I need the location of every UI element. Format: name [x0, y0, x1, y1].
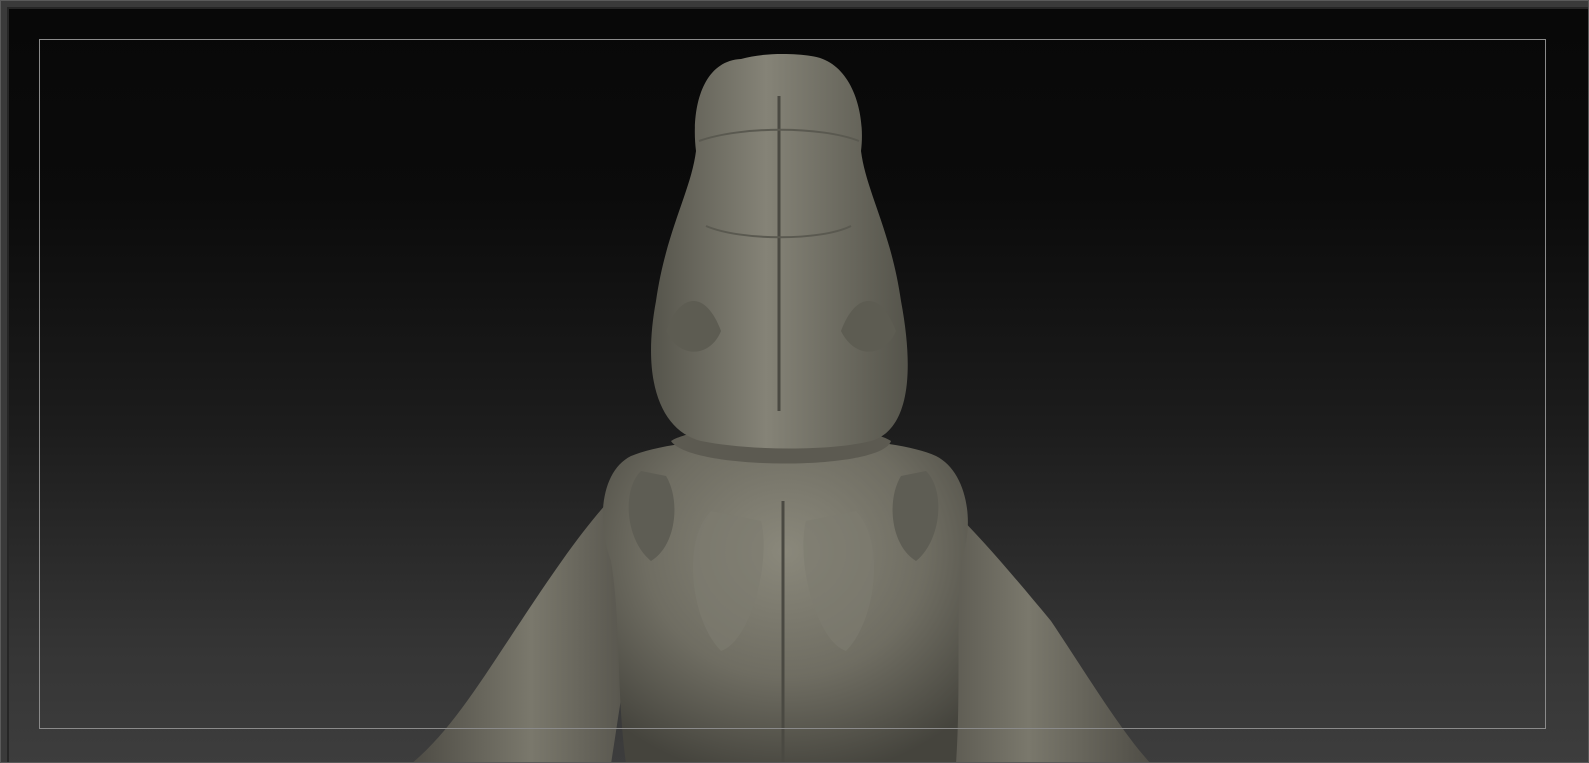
sculpt-model[interactable]	[1, 1, 1589, 763]
document-viewport[interactable]	[0, 0, 1589, 763]
